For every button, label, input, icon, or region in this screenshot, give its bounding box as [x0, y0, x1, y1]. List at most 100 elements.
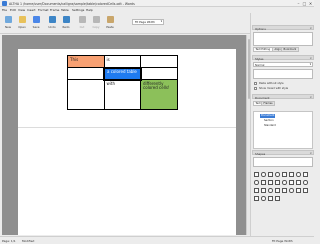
shape-item[interactable] [254, 172, 259, 177]
shape-item[interactable] [254, 188, 259, 193]
table-row: a colored table [67, 66, 178, 81]
new-button[interactable]: New [1, 16, 15, 32]
shape-item[interactable] [254, 180, 259, 185]
tree-item-standard[interactable]: Standard [264, 124, 276, 128]
shape-item[interactable] [261, 188, 266, 193]
new-label: New [4, 25, 12, 29]
menu-help[interactable]: Help [86, 8, 93, 12]
colored-table[interactable]: This is a colored table with differently… [67, 55, 178, 110]
shape-item[interactable] [303, 188, 308, 193]
close-icon[interactable]: × [309, 26, 312, 30]
minimize-button[interactable]: – [296, 1, 301, 6]
shape-item[interactable] [296, 172, 301, 177]
paste-style-checkbox[interactable] [254, 82, 257, 85]
save-button[interactable]: Save [29, 16, 43, 32]
table-cell[interactable] [140, 67, 178, 80]
table-cell[interactable]: a colored table [103, 66, 142, 81]
shape-item[interactable] [303, 172, 308, 177]
shape-item[interactable] [282, 172, 287, 177]
shape-item[interactable] [303, 180, 308, 185]
tool-options-title: Options [255, 26, 266, 31]
table-cell[interactable]: with [103, 79, 141, 110]
cut-label: Cut [79, 25, 85, 29]
redo-button[interactable]: Redo [59, 16, 73, 32]
menu-settings[interactable]: Settings [72, 8, 84, 12]
shape-item[interactable] [275, 180, 280, 185]
tool-options-header[interactable]: Options × [252, 25, 314, 31]
copy-button[interactable]: Copy [89, 16, 103, 32]
status-bar: Page: 1/1 Modified Fit Page Width [0, 236, 314, 244]
shape-item[interactable] [261, 180, 266, 185]
shape-item[interactable] [268, 188, 273, 193]
style-select[interactable]: Normal ▾ [253, 62, 313, 67]
right-dock: Options × Text Editing Align Bookmark St… [250, 13, 314, 236]
table-cell[interactable] [67, 67, 105, 80]
status-zoom[interactable]: Fit Page Width [272, 239, 293, 243]
save-label: Save [32, 25, 40, 29]
window-title: ALTHA 1 /home/user/Documents/calligra/sa… [9, 1, 135, 6]
maximize-button[interactable]: □ [302, 1, 307, 6]
close-icon[interactable]: × [309, 95, 312, 99]
table-cell[interactable]: is [103, 55, 141, 68]
tree-item-document[interactable]: Document [260, 114, 276, 118]
redo-label: Redo [62, 25, 70, 29]
open-label: Open [18, 25, 26, 29]
page-indicator: Page: 1/1 [2, 239, 16, 243]
tool-options-tabs: Text Editing Align Bookmark [253, 47, 313, 52]
table-cell[interactable]: differently colored cells! [140, 79, 178, 110]
shape-item[interactable] [261, 196, 266, 201]
tab-text-editing[interactable]: Text Editing [253, 47, 273, 52]
shape-item[interactable] [289, 180, 294, 185]
cut-button[interactable]: Cut [75, 16, 89, 32]
shape-item[interactable] [268, 172, 273, 177]
tab-bookmark[interactable]: Bookmark [281, 47, 299, 52]
menu-table[interactable]: Table [61, 8, 69, 12]
close-icon[interactable]: × [309, 151, 312, 155]
shape-item[interactable] [268, 180, 273, 185]
shape-item[interactable] [282, 188, 287, 193]
shape-item[interactable] [296, 180, 301, 185]
paste-style-label: Paste without style [259, 82, 284, 85]
shapes-filter[interactable] [253, 157, 313, 167]
shapes-header[interactable]: Shapes × [252, 150, 314, 156]
tab-frames[interactable]: Frames [261, 101, 276, 106]
menu-view[interactable]: View [18, 8, 25, 12]
zoom-select[interactable]: Fit Page Width ▾ [132, 19, 164, 25]
table-cell[interactable] [140, 55, 178, 68]
styles-header[interactable]: Styles × [252, 55, 314, 61]
shape-item[interactable] [268, 196, 273, 201]
menu-frame[interactable]: Frame [50, 8, 59, 12]
tool-options-area [253, 32, 313, 46]
menu-insert[interactable]: Insert [27, 8, 36, 12]
paste-button[interactable]: Paste [103, 16, 117, 32]
shape-item[interactable] [275, 188, 280, 193]
document-tree[interactable]: Document Section Standard [253, 111, 313, 149]
menu-edit[interactable]: Edit [10, 8, 16, 12]
tree-item-section[interactable]: Section [264, 119, 274, 123]
menu-format[interactable]: Format [38, 8, 49, 12]
shape-item[interactable] [275, 196, 280, 201]
menu-file[interactable]: File [2, 8, 7, 12]
document-docker-title: Document [255, 95, 270, 100]
shape-item[interactable] [289, 188, 294, 193]
style-preview [253, 69, 313, 79]
shape-item[interactable] [289, 172, 294, 177]
document-docker-header[interactable]: Document × [252, 94, 314, 100]
shape-item[interactable] [254, 196, 259, 201]
chevron-down-icon: ▾ [309, 63, 311, 66]
chevron-down-icon: ▾ [160, 20, 162, 23]
shape-item[interactable] [261, 172, 266, 177]
shape-item[interactable] [282, 180, 287, 185]
document-canvas[interactable]: This is a colored table with differently… [2, 35, 246, 235]
undo-button[interactable]: Undo [45, 16, 59, 32]
table-cell[interactable] [67, 79, 105, 110]
document-page[interactable]: This is a colored table with differently… [18, 49, 236, 235]
shape-item[interactable] [275, 172, 280, 177]
open-button[interactable]: Open [15, 16, 29, 32]
paste-label: Paste [106, 25, 114, 29]
close-icon[interactable]: × [309, 56, 312, 60]
close-button[interactable]: ✕ [308, 1, 313, 6]
shape-item[interactable] [296, 188, 301, 193]
table-cell[interactable]: This [67, 55, 105, 68]
show-mixed-checkbox[interactable] [254, 87, 257, 90]
